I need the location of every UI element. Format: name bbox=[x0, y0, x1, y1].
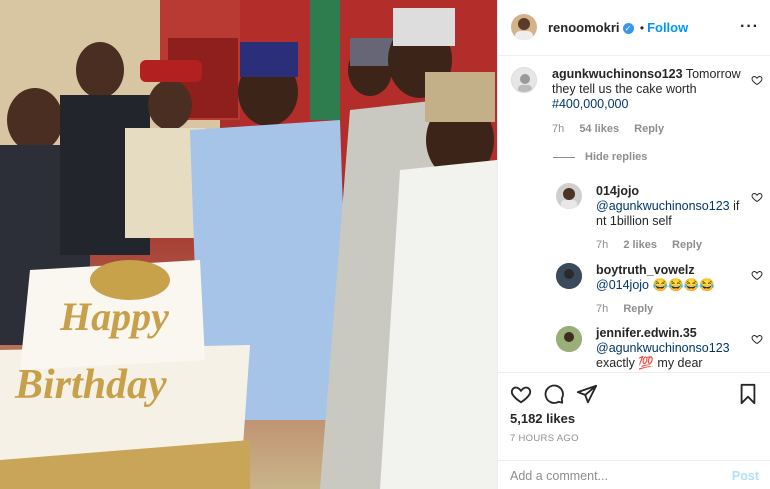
like-reply-heart-icon[interactable] bbox=[751, 191, 763, 203]
reply-username[interactable]: jennifer.edwin.35 bbox=[596, 326, 697, 340]
post-header: renoomokri ✓ • Follow ··· bbox=[498, 0, 770, 56]
reply-mention[interactable]: @agunkwuchinonso123 bbox=[596, 199, 730, 213]
author-username[interactable]: renoomokri bbox=[548, 20, 620, 35]
replier-avatar[interactable] bbox=[556, 326, 582, 352]
reply-body: 😂😂😂😂 bbox=[649, 278, 715, 292]
comment-meta: 7h 54 likes Reply bbox=[552, 123, 664, 135]
follow-button[interactable]: Follow bbox=[647, 20, 688, 35]
more-options-icon[interactable]: ··· bbox=[740, 18, 759, 36]
svg-text:Birthday: Birthday bbox=[14, 362, 167, 408]
like-reply-heart-icon[interactable] bbox=[751, 269, 763, 281]
comment-bubble-icon[interactable] bbox=[543, 383, 565, 405]
bookmark-save-icon[interactable] bbox=[737, 383, 759, 405]
reply-username[interactable]: 014jojo bbox=[596, 184, 639, 198]
comment-time: 7h bbox=[552, 123, 565, 135]
post-comment-button[interactable]: Post bbox=[732, 469, 759, 483]
share-paper-plane-icon[interactable] bbox=[576, 383, 598, 405]
post-actions: 5,182 likes 7 HOURS AGO Post bbox=[498, 372, 770, 489]
author-avatar[interactable] bbox=[511, 14, 537, 40]
hide-replies-label: Hide replies bbox=[585, 151, 648, 163]
like-heart-icon[interactable] bbox=[510, 383, 532, 405]
add-comment-bar: Post bbox=[498, 460, 770, 489]
post-photo[interactable]: Happy Birthday bbox=[0, 0, 497, 489]
reply-button[interactable]: Reply bbox=[623, 303, 653, 315]
like-reply-heart-icon[interactable] bbox=[751, 333, 763, 345]
reply-time: 7h bbox=[596, 303, 609, 315]
comment-hashtag[interactable]: #400,000,000 bbox=[552, 97, 628, 111]
photo-illustration: Happy Birthday bbox=[0, 0, 497, 489]
comment-likes[interactable]: 54 likes bbox=[579, 123, 619, 135]
replier-avatar[interactable] bbox=[556, 263, 582, 289]
post-likes-count[interactable]: 5,182 likes bbox=[510, 411, 575, 426]
reply-body: exactly 💯 my dear bbox=[596, 356, 703, 370]
like-comment-heart-icon[interactable] bbox=[751, 74, 763, 86]
reply-meta: 7h Reply bbox=[596, 303, 653, 315]
reply-mention[interactable]: @014jojo bbox=[596, 278, 649, 292]
post-timestamp: 7 HOURS AGO bbox=[510, 433, 579, 444]
svg-text:Happy: Happy bbox=[59, 294, 169, 339]
reply-text: boytruth_vowelz @014jojo 😂😂😂😂 bbox=[596, 263, 746, 293]
reply-text: jennifer.edwin.35 @agunkwuchinonso123 ex… bbox=[596, 326, 746, 371]
reply-button[interactable]: Reply bbox=[634, 123, 664, 135]
post-side-panel: renoomokri ✓ • Follow ··· agunkwuchinonso1… bbox=[497, 0, 770, 489]
reply-username[interactable]: boytruth_vowelz bbox=[596, 263, 695, 277]
reply-text: 014jojo @agunkwuchinonso123 if nt 1billi… bbox=[596, 184, 746, 229]
comment-username[interactable]: agunkwuchinonso123 bbox=[552, 67, 683, 81]
reply-mention[interactable]: @agunkwuchinonso123 bbox=[596, 341, 730, 355]
add-comment-input[interactable] bbox=[510, 469, 710, 483]
reply-button[interactable]: Reply bbox=[672, 239, 702, 251]
comment-text: agunkwuchinonso123 Tomorrow they tell us… bbox=[552, 67, 742, 112]
divider-line bbox=[553, 156, 575, 158]
verified-badge-icon: ✓ bbox=[622, 23, 634, 35]
reply-likes[interactable]: 2 likes bbox=[623, 239, 657, 251]
commenter-avatar[interactable] bbox=[511, 67, 537, 93]
reply-meta: 7h 2 likes Reply bbox=[596, 239, 702, 251]
reply-time: 7h bbox=[596, 239, 609, 251]
replier-avatar[interactable] bbox=[556, 183, 582, 209]
hide-replies-button[interactable]: Hide replies bbox=[553, 151, 647, 163]
